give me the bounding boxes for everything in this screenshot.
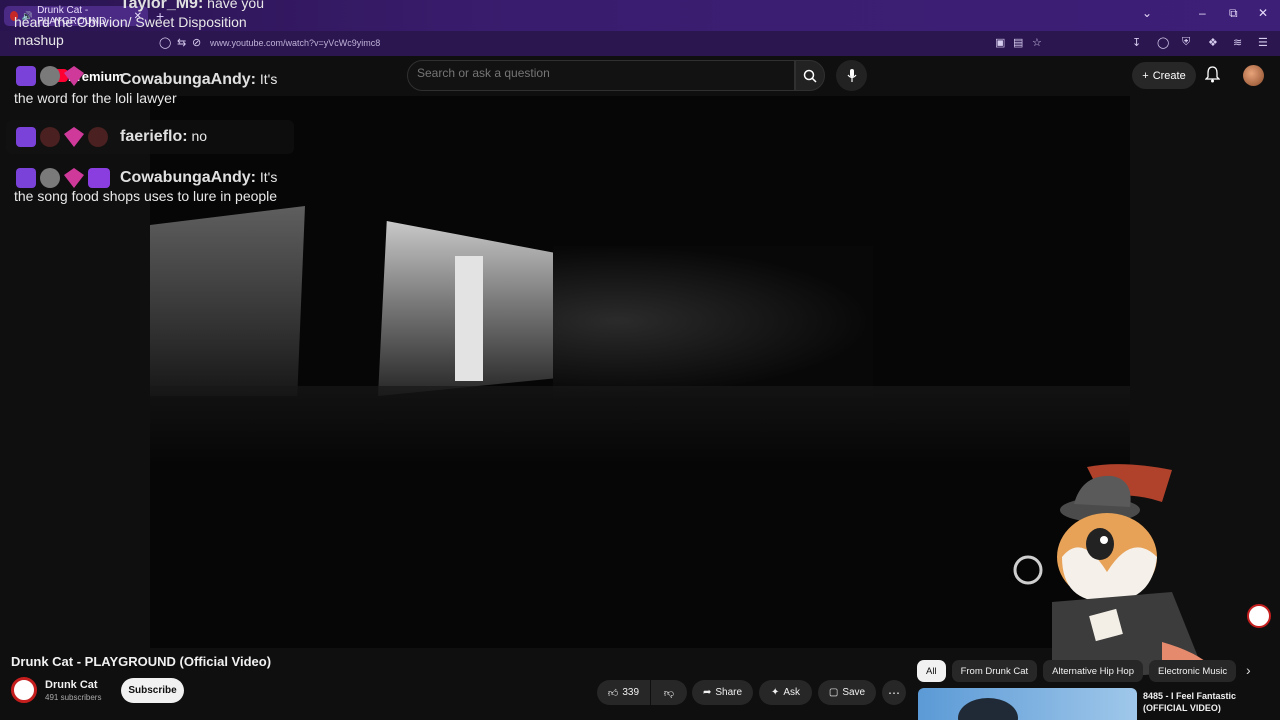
chat-message: Taylor_M9: have you heard the Oblivion/ … [14,0,264,48]
tab-list-chevron-icon[interactable]: ⌄ [1142,6,1152,20]
save-label: Save [842,687,866,698]
plus-icon: + [1142,69,1149,82]
hamburger-menu-icon[interactable]: ☰ [1258,36,1268,49]
reader-view-icon[interactable]: ▤ [1013,36,1023,49]
user-avatar[interactable] [1243,65,1264,86]
chips-next-chevron-icon[interactable]: › [1246,662,1251,678]
floating-channel-avatar [1247,604,1271,628]
search-input[interactable] [417,66,787,80]
subscribe-button[interactable]: Subscribe [121,678,184,703]
bookmark-star-icon[interactable]: ☆ [1032,36,1042,49]
ublock-shield-icon[interactable]: ⛨ [1182,36,1190,49]
ask-label: Ask [783,687,801,698]
share-button[interactable]: ➦ Share [692,680,753,705]
video-frame-pillar [455,256,483,381]
video-frame-floor [150,386,1130,466]
notifications-bell-icon[interactable] [1205,66,1220,83]
sparkle-icon: ✦ [770,687,780,698]
more-actions-icon[interactable]: ⋯ [882,680,906,705]
recommended-thumbnail[interactable] [918,688,1137,720]
search-button[interactable] [795,60,825,91]
picture-in-picture-icon[interactable]: ▣ [995,36,1005,49]
channel-avatar[interactable] [11,677,37,703]
chat-message: faerieflo: no [120,128,208,145]
tools-icon[interactable]: ≋ [1233,36,1242,49]
chip-alternative-hip-hop[interactable]: Alternative Hip Hop [1043,660,1143,682]
extensions-icon[interactable]: ❖ [1208,36,1218,49]
subscriber-count: 491 subscribers [45,693,102,702]
dislike-button[interactable]: 👎︎ [651,680,687,705]
video-frame-left-wall [150,206,305,396]
save-button[interactable]: ▢ Save [818,680,876,705]
thumbs-down-icon: 👎︎ [663,687,675,699]
bookmark-icon: ▢ [828,687,839,698]
minimize-icon[interactable]: – [1199,6,1206,20]
video-title: Drunk Cat - PLAYGROUND (Official Video) [11,654,272,669]
chat-message: CowabungaAndy: It's the word for the lol… [14,71,278,106]
channel-name[interactable]: Drunk Cat [45,679,98,691]
like-button[interactable]: 👍︎ 339 [597,680,650,705]
video-frame-dark-area [553,246,873,396]
chip-all[interactable]: All [917,660,946,682]
window-close-icon[interactable]: ✕ [1258,6,1268,20]
voice-search-button[interactable] [836,60,867,91]
account-icon[interactable]: ◯ [1157,36,1169,49]
detective-moth-mascot [1013,464,1212,676]
share-label: Share [715,687,743,698]
recommended-title[interactable]: 8485 - I Feel Fantastic (OFFICIAL VIDEO) [1143,690,1273,714]
create-label: Create [1152,69,1186,82]
create-button[interactable]: + Create [1132,62,1196,89]
like-count: 339 [622,687,640,698]
search-icon [803,69,817,83]
filter-chips: All From Drunk Cat Alternative Hip Hop E… [917,660,1237,682]
share-icon: ➦ [702,687,712,698]
restore-icon[interactable]: ⧉ [1229,6,1238,21]
chip-electronic-music[interactable]: Electronic Music [1149,660,1237,682]
ask-button[interactable]: ✦ Ask [759,680,812,705]
thumbs-up-icon: 👍︎ [607,687,619,699]
microphone-icon [847,68,856,82]
browser-window: 🔊 Drunk Cat - PLAYGROUND ✕ + ⌄ – ⧉ ✕ ◯ ⇆… [0,0,1280,720]
chip-from-drunk-cat[interactable]: From Drunk Cat [951,660,1038,682]
chat-message: CowabungaAndy: It's the song food shops … [14,169,278,204]
download-icon[interactable]: ↧ [1132,36,1141,49]
video-player[interactable] [150,96,1130,648]
